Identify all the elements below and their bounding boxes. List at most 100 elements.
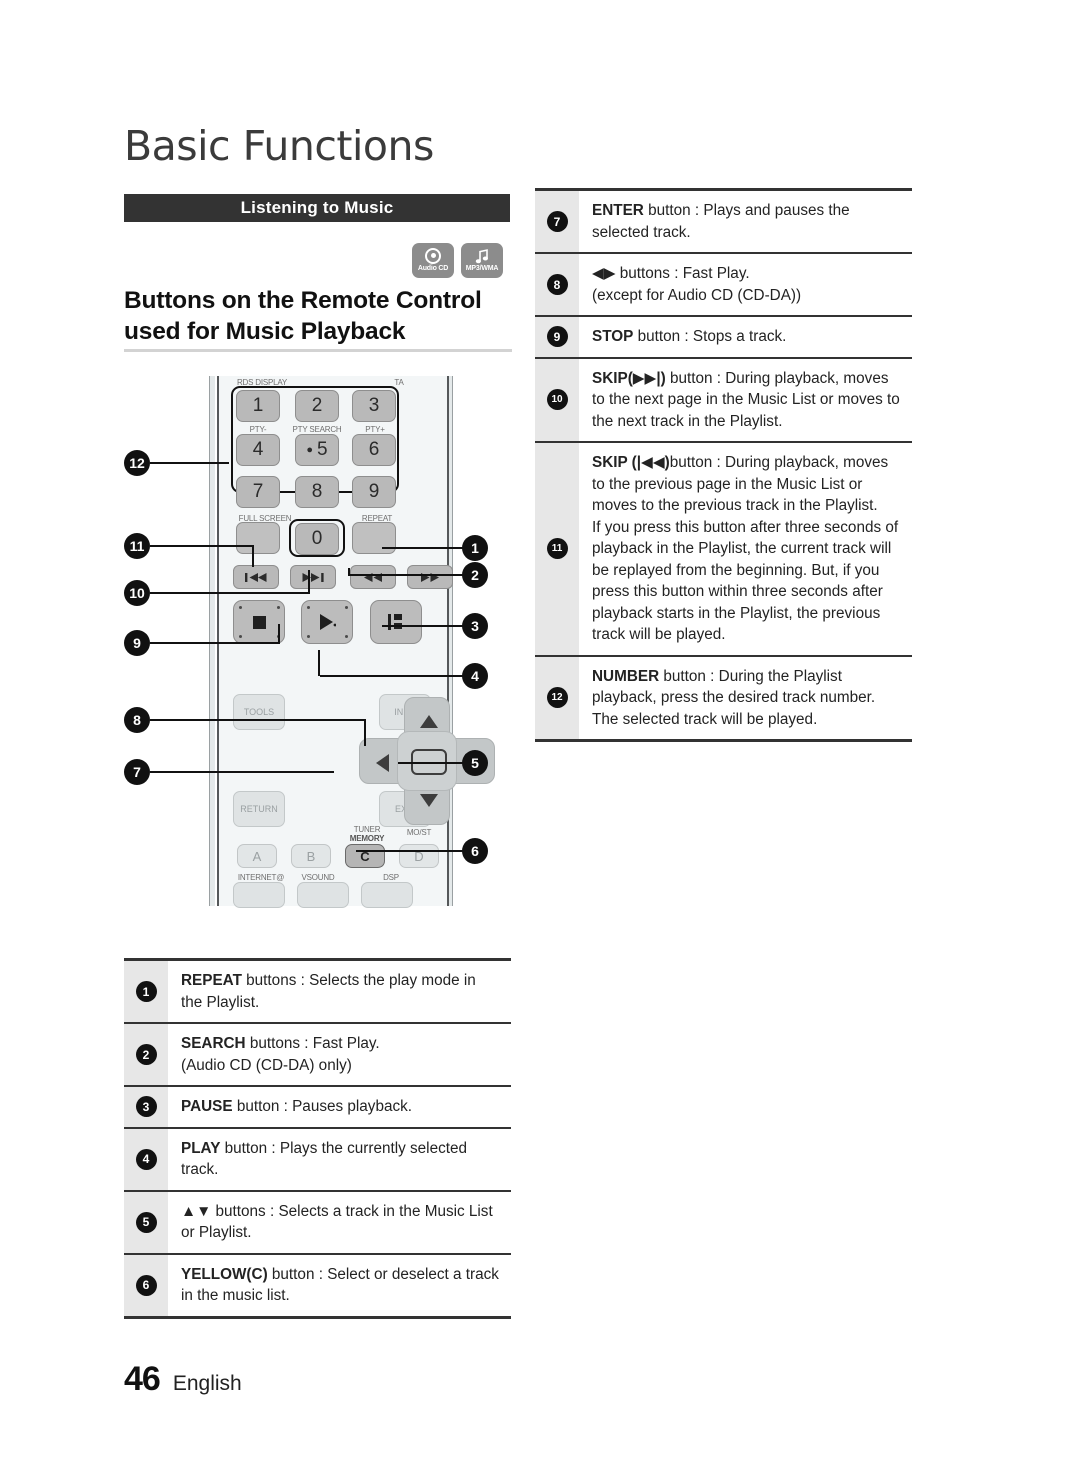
label-pty-search: PTY SEARCH bbox=[292, 425, 342, 434]
table-row-button-name: REPEAT bbox=[181, 972, 242, 989]
callout-2: 2 bbox=[462, 562, 488, 588]
callout-12-leader bbox=[150, 462, 229, 464]
key-7[interactable]: 7 bbox=[236, 476, 280, 508]
callout-3-leader bbox=[382, 625, 464, 627]
label-memory: MEMORY bbox=[349, 834, 385, 843]
button-skip-next[interactable] bbox=[290, 565, 336, 589]
button-color-c[interactable]: C bbox=[345, 844, 385, 868]
table-row-description: SKIP(▶▶|) button : During playback, move… bbox=[592, 369, 900, 430]
table-row: 7 ENTER button : Plays and pauses the sel… bbox=[535, 191, 912, 254]
key-2[interactable]: 2 bbox=[295, 390, 339, 422]
callout-10-leader-v bbox=[308, 570, 310, 592]
callout-12: 12 bbox=[124, 450, 150, 476]
button-table-left: 1 REPEAT buttons : Selects the play mode … bbox=[124, 958, 511, 1319]
button-color-d[interactable]: D bbox=[399, 844, 439, 868]
row-number-badge: 4 bbox=[135, 1148, 157, 1170]
table-row-index: 7 bbox=[535, 191, 579, 252]
callout-1: 1 bbox=[462, 535, 488, 561]
button-color-b[interactable]: B bbox=[291, 844, 331, 868]
badge-mp3-wma-label: MP3/WMA bbox=[465, 265, 499, 272]
callout-10: 10 bbox=[124, 580, 150, 606]
callout-6: 6 bbox=[462, 838, 488, 864]
table-row: 5 ▲▼ buttons : Selects a track in the Mus… bbox=[124, 1191, 511, 1255]
button-dsp[interactable] bbox=[361, 882, 413, 908]
table-row-description: SEARCH buttons : Fast Play. (Audio CD (CD… bbox=[181, 1035, 380, 1074]
callout-8: 8 bbox=[124, 707, 150, 733]
label-tuner: TUNER bbox=[353, 825, 381, 834]
key-4[interactable]: 4 bbox=[236, 434, 280, 466]
table-row-index: 9 bbox=[535, 317, 579, 357]
row-number-badge: 2 bbox=[135, 1044, 157, 1065]
table-row-description: ENTER button : Plays and pauses the sele… bbox=[592, 202, 850, 241]
label-pty-plus: PTY+ bbox=[365, 425, 385, 434]
section-heading-line2: used for Music Playback bbox=[124, 318, 406, 345]
key-5[interactable]: ● 5 bbox=[295, 434, 339, 466]
page-title: Basic Functions bbox=[124, 122, 434, 170]
button-internet[interactable] bbox=[233, 882, 285, 908]
button-search-forward[interactable] bbox=[407, 565, 453, 589]
disc-format-badges: Audio CD MP3/WMA bbox=[412, 243, 503, 278]
badge-mp3-wma: MP3/WMA bbox=[461, 243, 503, 278]
arrow-left-icon bbox=[376, 754, 389, 772]
table-row-index: 8 bbox=[535, 254, 579, 315]
key-8[interactable]: 8 bbox=[295, 476, 339, 508]
callout-9: 9 bbox=[124, 630, 150, 656]
callout-1-leader bbox=[382, 547, 464, 549]
row-number-badge: 9 bbox=[546, 326, 568, 348]
row-number-badge: 5 bbox=[135, 1211, 157, 1233]
key-0[interactable]: 0 bbox=[295, 523, 339, 555]
key-9[interactable]: 9 bbox=[352, 476, 396, 508]
callout-5: 5 bbox=[462, 750, 488, 776]
table-row-index: 2 bbox=[124, 1024, 168, 1085]
section-heading: Buttons on the Remote Control used for M… bbox=[124, 285, 520, 347]
table-row: 1 REPEAT buttons : Selects the play mode … bbox=[124, 961, 511, 1024]
key-1[interactable]: 1 bbox=[236, 390, 280, 422]
button-pause[interactable] bbox=[370, 600, 422, 644]
label-pty-minus: PTY- bbox=[249, 425, 267, 434]
badge-audio-cd-label: Audio CD bbox=[417, 265, 449, 272]
callout-7-leader bbox=[150, 771, 334, 773]
table-row-index: 1 bbox=[124, 961, 168, 1022]
callout-4: 4 bbox=[462, 663, 488, 689]
button-skip-previous[interactable] bbox=[233, 565, 279, 589]
row-number-badge: 3 bbox=[135, 1096, 157, 1118]
section-header-bar: Listening to Music bbox=[124, 194, 510, 222]
arrow-up-icon bbox=[420, 715, 438, 728]
callout-2-leader-v bbox=[348, 568, 350, 576]
callout-8-leader-v bbox=[364, 719, 366, 746]
table-row: 6 YELLOW(C) button : Select or deselect a… bbox=[124, 1254, 511, 1316]
table-row: 4 PLAY button : Plays the currently selec… bbox=[124, 1128, 511, 1192]
callout-4-leader-v bbox=[318, 650, 320, 676]
table-row-button-name: SEARCH bbox=[181, 1035, 246, 1052]
callout-6-leader bbox=[356, 850, 464, 852]
remote-control-figure: RDS DISPLAY TA 1 2 3 PTY- PTY SEARCH PTY… bbox=[124, 372, 514, 912]
callout-4-leader bbox=[320, 675, 464, 677]
key-3[interactable]: 3 bbox=[352, 390, 396, 422]
button-vsound[interactable] bbox=[297, 882, 349, 908]
button-play[interactable] bbox=[301, 600, 353, 644]
table-row-index: 5 bbox=[124, 1191, 168, 1253]
key-full-screen[interactable] bbox=[236, 522, 280, 554]
callout-5-leader bbox=[398, 762, 464, 764]
table-row-button-name: ▲▼ bbox=[181, 1202, 212, 1220]
table-row-button-name: PAUSE bbox=[181, 1098, 233, 1115]
callout-11: 11 bbox=[124, 533, 150, 559]
table-row-button-name: ◀▶ bbox=[592, 265, 616, 282]
button-tools[interactable]: TOOLS bbox=[233, 694, 285, 730]
key-repeat[interactable] bbox=[352, 522, 396, 554]
button-color-a[interactable]: A bbox=[237, 844, 277, 868]
label-dsp: DSP bbox=[383, 873, 399, 882]
callout-3: 3 bbox=[462, 613, 488, 639]
label-most: MO/ST bbox=[406, 828, 432, 837]
section-header-label: Listening to Music bbox=[240, 198, 394, 217]
table-row-description: PAUSE button : Pauses playback. bbox=[181, 1098, 413, 1115]
table-row-button-name: SKIP(▶▶|) bbox=[592, 369, 666, 387]
button-search-backward[interactable] bbox=[350, 565, 396, 589]
table-row-description: ◀▶ buttons : Fast Play. (except for Audio… bbox=[592, 265, 802, 304]
button-return[interactable]: RETURN bbox=[233, 791, 285, 827]
key-6[interactable]: 6 bbox=[352, 434, 396, 466]
callout-11-leader-v bbox=[252, 545, 254, 567]
remote-edge-left bbox=[209, 376, 215, 906]
row-number-badge: 8 bbox=[546, 274, 568, 295]
table-row-description: ▲▼ buttons : Selects a track in the Musi… bbox=[181, 1202, 493, 1242]
